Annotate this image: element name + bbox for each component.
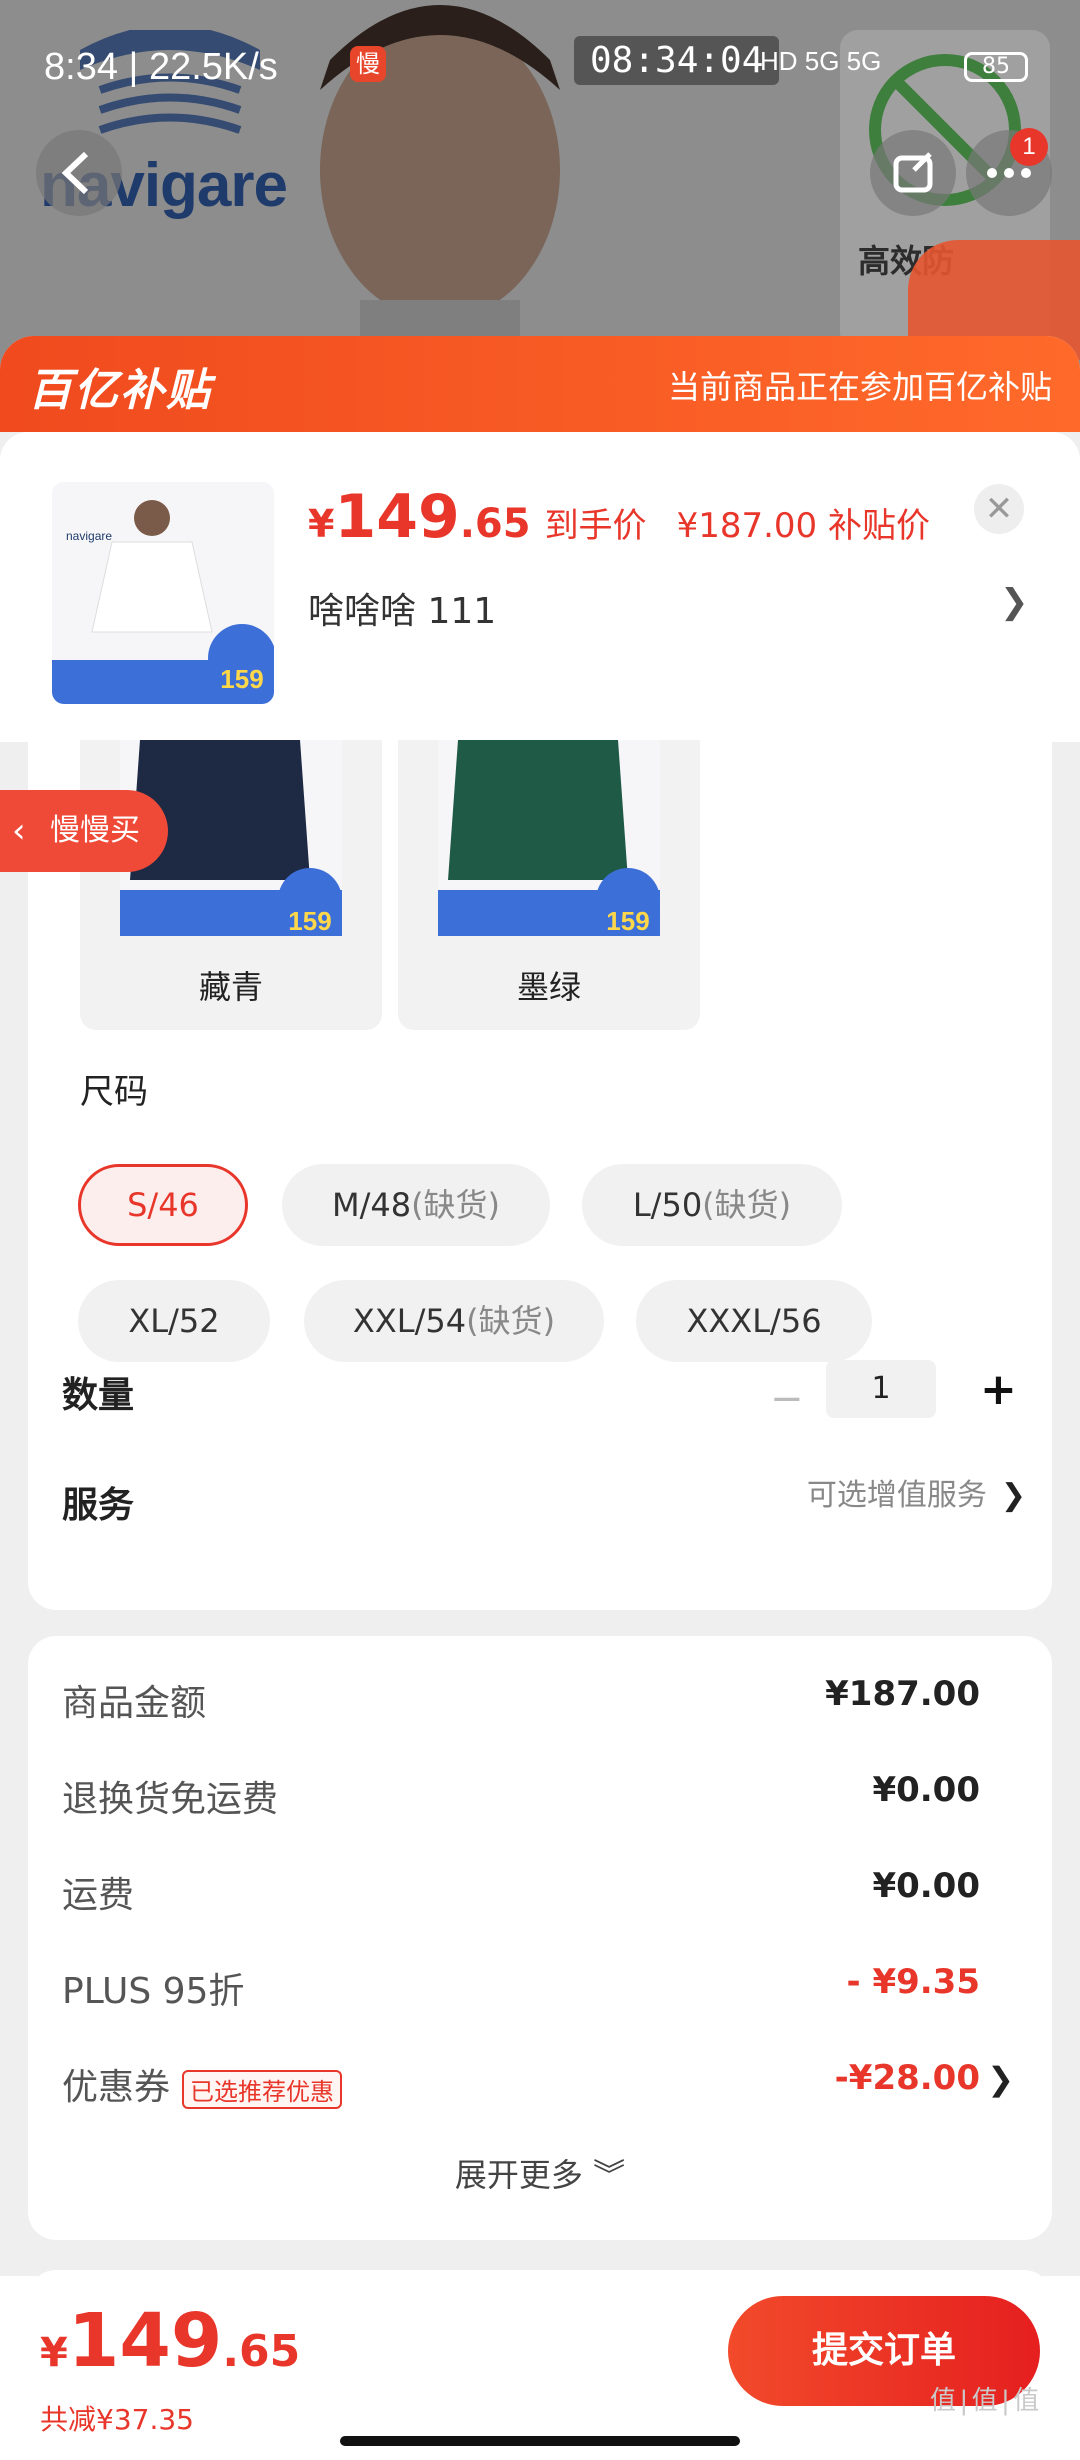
color-price-badge: 159 bbox=[606, 906, 649, 936]
price-currency: ¥ bbox=[308, 502, 335, 546]
size-option-label: M/48 bbox=[331, 1186, 412, 1224]
size-option-label: L/50 bbox=[632, 1186, 703, 1224]
summary-label: 退换货免运费 bbox=[62, 1779, 279, 1820]
quantity-input[interactable]: 1 bbox=[826, 1360, 936, 1418]
out-of-stock-label: (缺货) bbox=[466, 1302, 556, 1340]
summary-value: ¥187.00 bbox=[825, 1674, 980, 1714]
subsidy-logo: 百亿补贴 bbox=[28, 365, 212, 416]
selected-spec[interactable]: 啥啥啥 111 bbox=[308, 582, 496, 634]
status-clock: 08:34:04 bbox=[574, 36, 780, 85]
size-option-m48[interactable]: M/48(缺货) bbox=[282, 1164, 550, 1246]
watermark: 值|值|值 bbox=[930, 2386, 1040, 2416]
checkout-bar: ¥149.65 共减¥37.35 提交订单 值|值|值 bbox=[0, 2276, 1080, 2460]
service-title: 服务 bbox=[62, 1485, 135, 1526]
thumbnail-brand: navigare bbox=[66, 529, 112, 543]
chevron-left-icon: ‹ bbox=[12, 811, 26, 851]
product-summary-card: 159 navigare ¥149.65 到手价 ¥187.00 补贴价 ✕ 啥啥啥… bbox=[0, 432, 1080, 742]
coupon-tag: 已选推荐优惠 bbox=[182, 2069, 343, 2109]
summary-label: 优惠券 bbox=[62, 2067, 171, 2108]
subsidy-banner: 百亿补贴 当前商品正在参加百亿补贴 bbox=[0, 336, 1080, 432]
quantity-increase-button[interactable]: + bbox=[980, 1364, 1017, 1415]
thumbnail-price-badge: 159 bbox=[220, 664, 263, 694]
notification-badge: 1 bbox=[1010, 128, 1048, 166]
size-option-xl52[interactable]: XL/52 bbox=[78, 1280, 270, 1362]
summary-label: PLUS 95折 bbox=[62, 1971, 245, 2012]
service-hint: 可选增值服务 bbox=[806, 1478, 987, 1513]
battery-icon: 85 bbox=[964, 52, 1028, 82]
share-button[interactable] bbox=[870, 130, 956, 216]
summary-value: ¥0.00 bbox=[872, 1866, 980, 1906]
network-icons: HD 5G 5G bbox=[760, 46, 882, 76]
chevron-left-icon bbox=[61, 151, 89, 195]
subsidy-message: 当前商品正在参加百亿补贴 bbox=[667, 368, 1052, 406]
back-button[interactable] bbox=[36, 130, 122, 216]
summary-value: ¥0.00 bbox=[872, 1770, 980, 1810]
size-option-label: XL/52 bbox=[128, 1302, 220, 1340]
quantity-title: 数量 bbox=[62, 1375, 135, 1416]
coupon-row[interactable]: 优惠券 已选推荐优惠 bbox=[62, 2058, 343, 2110]
out-of-stock-label: (缺货) bbox=[411, 1186, 501, 1224]
size-option-label: S/46 bbox=[127, 1186, 199, 1224]
expand-more-button[interactable]: 展开更多 ︾ bbox=[28, 2150, 1052, 2196]
price-integer: 149 bbox=[334, 482, 460, 552]
price-line: ¥149.65 到手价 ¥187.00 补贴价 bbox=[308, 482, 930, 552]
product-thumbnail-image: 159 navigare bbox=[52, 482, 274, 704]
close-icon: ✕ bbox=[984, 489, 1014, 529]
color-option-image: 159 bbox=[438, 740, 660, 936]
size-option-xxl54[interactable]: XXL/54(缺货) bbox=[304, 1280, 604, 1362]
size-option-l50[interactable]: L/50(缺货) bbox=[582, 1164, 842, 1246]
final-price-label: 到手价 bbox=[544, 506, 647, 546]
total-price: ¥149.65 bbox=[40, 2298, 300, 2384]
color-option-green[interactable]: 159 墨绿 bbox=[398, 740, 700, 1030]
price-summary-card: 商品金额 ¥187.00 退换货免运费 ¥0.00 运费 ¥0.00 PLUS … bbox=[28, 1636, 1052, 2240]
quantity-decrease-button[interactable]: − bbox=[770, 1376, 804, 1422]
service-selector[interactable]: 可选增值服务 ❯ bbox=[807, 1470, 1026, 1514]
summary-value: -¥28.00 bbox=[834, 2058, 980, 2098]
slow-buy-label: 慢慢买 bbox=[50, 813, 140, 848]
chevron-right-icon: ❯ bbox=[1000, 1478, 1026, 1513]
total-saving: 共减¥37.35 bbox=[40, 2403, 194, 2436]
out-of-stock-label: (缺货) bbox=[702, 1186, 792, 1224]
size-option-s46[interactable]: S/46 bbox=[78, 1164, 248, 1246]
purchase-sheet: 百亿补贴 当前商品正在参加百亿补贴 159 navigare ¥149.65 到手… bbox=[0, 336, 1080, 2460]
status-bar: 8:34 | 22.5K/s 慢 08:34:04 HD 5G 5G 85 bbox=[0, 36, 1080, 100]
chevron-right-icon[interactable]: ❯ bbox=[1000, 582, 1029, 622]
size-section-title: 尺码 bbox=[80, 1072, 148, 1112]
slow-buy-tab[interactable]: ‹ 慢慢买 bbox=[0, 790, 168, 872]
summary-value: - ¥9.35 bbox=[846, 1962, 981, 2002]
product-thumbnail[interactable]: 159 navigare bbox=[52, 482, 274, 704]
summary-label: 商品金额 bbox=[62, 1683, 207, 1724]
size-option-xxxl56[interactable]: XXXL/56 bbox=[636, 1280, 872, 1362]
size-option-label: XXL/54 bbox=[352, 1302, 467, 1340]
status-time-speed: 8:34 | 22.5K/s bbox=[44, 46, 278, 88]
summary-label: 运费 bbox=[62, 1875, 135, 1916]
color-price-badge: 159 bbox=[288, 906, 331, 936]
color-option-label: 墨绿 bbox=[516, 968, 581, 1006]
close-button[interactable]: ✕ bbox=[974, 484, 1024, 534]
color-option-label: 藏青 bbox=[198, 968, 263, 1006]
chevron-right-icon[interactable]: ❯ bbox=[987, 2060, 1014, 2098]
share-icon bbox=[893, 152, 933, 193]
slow-app-icon: 慢 bbox=[350, 46, 386, 82]
home-indicator[interactable] bbox=[340, 2436, 740, 2446]
subsidy-price: ¥187.00 补贴价 bbox=[676, 506, 930, 546]
color-option-navy[interactable]: 159 藏青 bbox=[80, 740, 382, 1030]
total-integer: 149 bbox=[67, 2298, 223, 2384]
size-option-label: XXXL/56 bbox=[686, 1302, 822, 1340]
price-decimal: .65 bbox=[459, 501, 531, 547]
total-currency: ¥ bbox=[40, 2330, 68, 2376]
total-decimal: .65 bbox=[222, 2326, 301, 2377]
